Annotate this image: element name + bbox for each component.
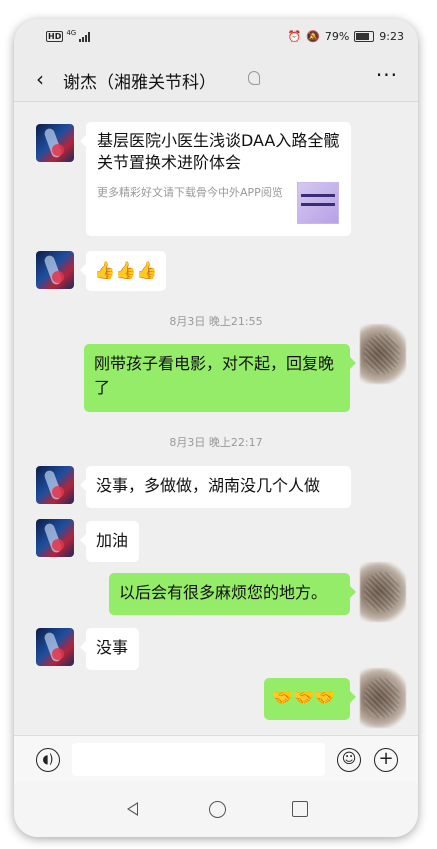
battery-percent: 79% — [324, 30, 350, 43]
battery-icon — [354, 31, 375, 42]
article-thumbnail — [297, 182, 339, 224]
nav-recents-icon[interactable] — [292, 801, 308, 817]
input-bar: ◖) ☺ + — [14, 735, 418, 784]
alarm-icon: ⏰ — [287, 30, 302, 43]
nav-back-icon[interactable] — [127, 802, 138, 816]
contact-avatar[interactable] — [36, 124, 74, 162]
contact-avatar[interactable] — [36, 466, 74, 504]
message-bubble-sent[interactable]: 🤝🤝🤝 — [264, 678, 356, 720]
status-bar: HD 4G ⏰ 🔕 79% 9:23 — [14, 19, 418, 57]
chat-header: ‹ 谢杰（湘雅关节科） ··· — [14, 57, 418, 102]
contact-avatar[interactable] — [36, 519, 74, 557]
chat-area[interactable]: 基层医院小医生浅谈DAA入路全髋关节置换术进阶体会 更多精彩好文请下载骨今中外A… — [14, 102, 418, 735]
article-description: 更多精彩好文请下载骨今中外APP阅览 — [97, 186, 283, 199]
message-bubble-sent[interactable]: 以后会有很多麻烦您的地方。 — [109, 573, 356, 615]
my-avatar[interactable] — [360, 562, 406, 622]
mute-icon: 🔕 — [306, 30, 320, 43]
message-bubble-received[interactable]: 没事，多做做，湖南没几个人做 — [80, 466, 351, 508]
article-title: 基层医院小医生浅谈DAA入路全髋关节置换术进阶体会 — [97, 131, 340, 172]
emoji-icon[interactable]: ☺ — [337, 748, 361, 772]
message-bubble-sent[interactable]: 刚带孩子看电影，对不起，回复晚了 — [84, 344, 356, 412]
shared-article-card[interactable]: 基层医院小医生浅谈DAA入路全髋关节置换术进阶体会 更多精彩好文请下载骨今中外A… — [80, 122, 351, 236]
my-avatar[interactable] — [360, 324, 406, 384]
system-nav-bar — [14, 783, 418, 837]
my-avatar[interactable] — [360, 668, 406, 728]
contact-avatar[interactable] — [36, 628, 74, 666]
message-bubble-received[interactable]: 👍👍👍 — [80, 251, 166, 291]
network-gen: 4G — [66, 28, 77, 37]
status-left: HD 4G — [46, 28, 91, 42]
clock: 9:23 — [379, 30, 404, 43]
earpiece-mode-icon — [248, 71, 260, 85]
plus-icon[interactable]: + — [374, 748, 398, 772]
timestamp: 8月3日 晚上21:55 — [169, 315, 263, 328]
timestamp: 8月3日 晚上22:17 — [169, 436, 263, 449]
phone-frame: HD 4G ⏰ 🔕 79% 9:23 ‹ 谢杰（湘雅关节科） ··· 基层医院小… — [14, 19, 418, 837]
contact-avatar[interactable] — [36, 251, 74, 289]
chat-title: 谢杰（湘雅关节科） — [63, 73, 216, 93]
back-icon[interactable]: ‹ — [36, 67, 44, 91]
signal-icon — [79, 31, 91, 42]
message-input[interactable] — [72, 743, 325, 776]
more-options-icon[interactable]: ··· — [376, 63, 398, 87]
voice-input-icon[interactable]: ◖) — [36, 748, 60, 772]
nav-home-icon[interactable] — [209, 801, 226, 818]
message-bubble-received[interactable]: 加油 — [80, 521, 139, 562]
message-bubble-received[interactable]: 没事 — [80, 628, 139, 670]
network-type: HD — [46, 31, 64, 42]
status-right: ⏰ 🔕 79% 9:23 — [287, 30, 404, 43]
